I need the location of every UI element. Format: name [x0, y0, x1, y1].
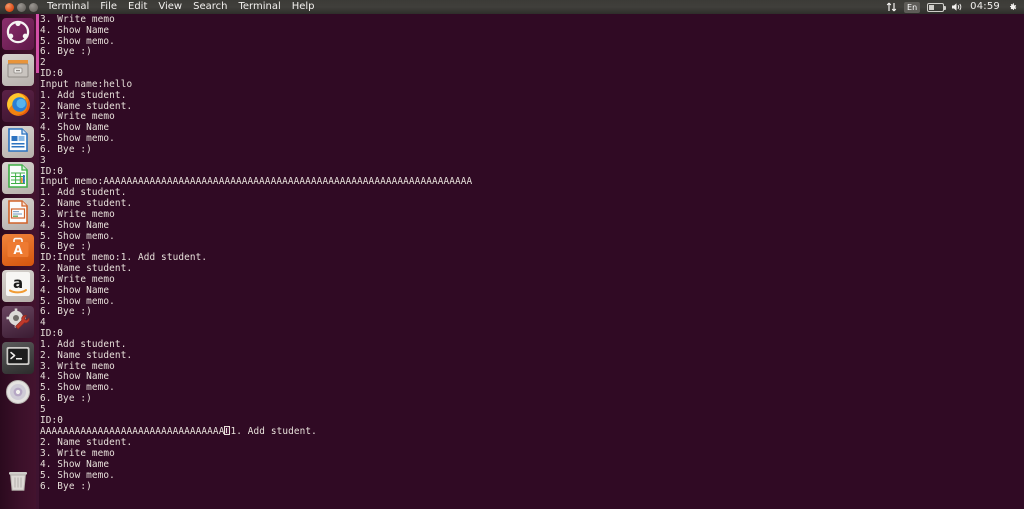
gear-wrench-icon — [5, 307, 31, 337]
maximize-window-button[interactable] — [29, 2, 38, 12]
unity-launcher: A a — [0, 14, 36, 509]
terminal-line: 5. Show memo. — [40, 133, 115, 145]
menu-item-terminal-app[interactable]: Terminal — [47, 0, 89, 14]
terminal-line: 2 — [40, 57, 46, 69]
file-manager-icon — [5, 55, 31, 85]
launcher-item-libreoffice-calc[interactable] — [2, 162, 34, 194]
launcher-item-ubuntu-software[interactable]: A — [2, 234, 34, 266]
terminal-line: 2. Name student. — [40, 349, 133, 361]
terminal-window[interactable]: 3. Write memo 4. Show Name 5. Show memo. 6.… — [36, 14, 1024, 509]
calc-icon — [5, 163, 31, 193]
terminal-text-before-cursor: AAAAAAAAAAAAAAAAAAAAAAAAAAAAAAAA — [40, 426, 225, 438]
menu-item-terminal[interactable]: Terminal — [238, 0, 280, 14]
menu-item-edit[interactable]: Edit — [128, 0, 147, 14]
menu-bar: Terminal File Edit View Search Terminal … — [47, 0, 315, 14]
impress-icon — [5, 199, 31, 229]
launcher-item-disc-burner[interactable] — [2, 378, 34, 410]
launcher-trash-slot — [0, 464, 36, 503]
system-tray: En 04:59 — [886, 0, 1024, 14]
close-window-button[interactable] — [5, 2, 14, 12]
launcher-item-system-settings[interactable] — [2, 306, 34, 338]
volume-icon[interactable] — [951, 2, 963, 12]
terminal-scrollbar-thumb[interactable] — [36, 14, 39, 73]
terminal-line: 4. Show Name — [40, 219, 110, 231]
keyboard-layout-label: En — [904, 1, 921, 13]
launcher-item-trash[interactable] — [2, 467, 34, 499]
terminal-output: 3. Write memo 4. Show Name 5. Show memo. 6.… — [40, 14, 472, 492]
launcher-item-libreoffice-impress[interactable] — [2, 198, 34, 230]
terminal-line: 5. Show memo. — [40, 382, 115, 394]
terminal-line: 6. Bye :) — [40, 143, 92, 155]
terminal-line: 5. Show memo. — [40, 295, 115, 307]
cd-disc-icon — [4, 378, 32, 410]
keyboard-layout-indicator[interactable]: En — [904, 1, 921, 13]
battery-icon[interactable] — [927, 2, 947, 12]
menu-item-view[interactable]: View — [158, 0, 182, 14]
svg-text:a: a — [13, 274, 23, 292]
terminal-line: 5. Show memo. — [40, 469, 115, 481]
launcher-item-terminal[interactable] — [2, 342, 34, 374]
gear-icon[interactable] — [1007, 2, 1018, 13]
terminal-line: 6. Bye :) — [40, 306, 92, 318]
terminal-line: 1. Add student. — [40, 89, 127, 101]
amazon-icon: a — [5, 271, 31, 301]
launcher-item-libreoffice-writer[interactable] — [2, 126, 34, 158]
ubuntu-logo-icon — [5, 19, 31, 49]
svg-text:A: A — [13, 243, 23, 257]
terminal-icon — [5, 343, 31, 373]
terminal-line: 3 — [40, 154, 46, 166]
clock[interactable]: 04:59 — [970, 0, 1000, 14]
terminal-text-after-cursor: 1. Add student. — [230, 426, 317, 438]
top-panel: Terminal File Edit View Search Terminal … — [0, 0, 1024, 14]
firefox-icon — [5, 91, 32, 122]
menu-item-help[interactable]: Help — [292, 0, 315, 14]
terminal-line: 5. Show memo. — [40, 230, 115, 242]
menu-item-file[interactable]: File — [100, 0, 117, 14]
launcher-item-files[interactable] — [2, 54, 34, 86]
terminal-line: ID:0 — [40, 414, 64, 426]
menu-item-search[interactable]: Search — [193, 0, 227, 14]
ubuntu-software-icon: A — [5, 235, 31, 265]
terminal-line: 6. Bye :) — [40, 480, 92, 492]
launcher-item-amazon[interactable]: a — [2, 270, 34, 302]
launcher-item-ubuntu-dash-home[interactable] — [2, 18, 34, 50]
terminal-scrollbar[interactable] — [36, 14, 39, 509]
terminal-line: 6. Bye :) — [40, 392, 92, 404]
network-updown-icon[interactable] — [886, 2, 897, 12]
window-controls — [0, 2, 43, 12]
terminal-line: 6. Bye :) — [40, 46, 92, 58]
block-cursor — [224, 426, 231, 436]
terminal-line: 5 — [40, 403, 46, 415]
minimize-window-button[interactable] — [17, 2, 26, 12]
terminal-line: 4. Show Name — [40, 284, 110, 296]
trash-icon — [5, 468, 31, 498]
terminal-line: 5. Show memo. — [40, 35, 115, 47]
terminal-line: 4 — [40, 317, 46, 329]
launcher-item-firefox[interactable] — [2, 90, 34, 122]
writer-icon — [5, 127, 31, 157]
